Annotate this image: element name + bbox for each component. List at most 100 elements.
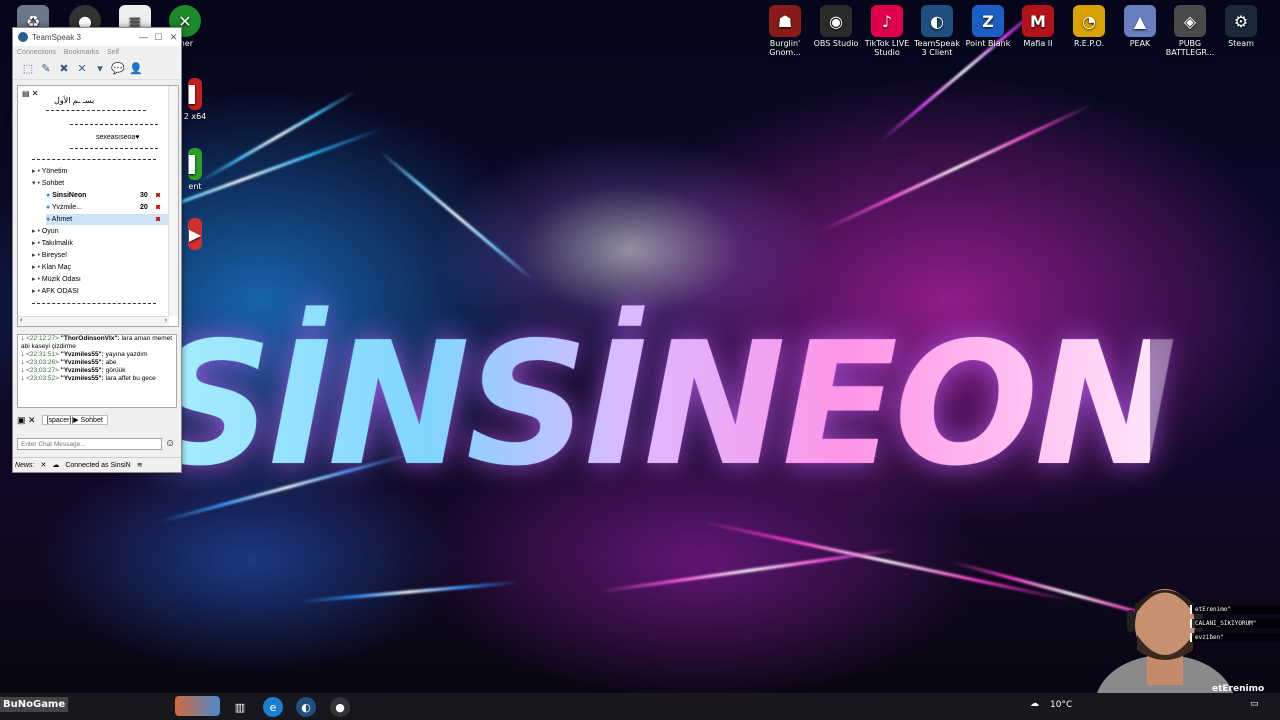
bookmark-icon[interactable]: ✎ xyxy=(39,62,53,76)
light-streak xyxy=(699,520,1073,602)
chat-time: <23:03:52> xyxy=(26,375,59,382)
peak-icon: ▲ xyxy=(1124,5,1156,37)
teamspeak-icon: ◐ xyxy=(921,5,953,37)
channel-icon: ▾ • xyxy=(32,180,42,187)
desktop-icon-label: TeamSpeak 3 Client xyxy=(914,39,960,57)
channel-row[interactable]: ▸ • Bireysel xyxy=(32,250,67,261)
ts-statusbar: News: ✕ ☁ Connected as SinsiN ≋ xyxy=(13,457,181,472)
channel-row[interactable]: ▸ • Takılmalık xyxy=(32,238,73,249)
user-row[interactable]: ● Ahmet ◙ xyxy=(46,214,171,225)
menu-self[interactable]: Self xyxy=(107,49,119,56)
chat-input[interactable] xyxy=(17,438,162,450)
light-streak xyxy=(379,150,535,282)
channel-row[interactable]: ▸ • Klan Maç xyxy=(32,262,71,273)
contacts-icon[interactable]: 👤 xyxy=(129,62,143,76)
gnome-icon: ☗ xyxy=(769,5,801,37)
desktop-icon-pointblank[interactable]: Z Point Blank xyxy=(963,5,1013,48)
mute-mic-icon[interactable]: ▾ xyxy=(93,62,107,76)
tree-hscrollbar[interactable]: ‹ › xyxy=(18,316,169,326)
desktop-icon-mafia[interactable]: M Mafia II xyxy=(1013,5,1063,48)
headset-icon: ◙ xyxy=(156,216,161,223)
cloud-icon: ☁ xyxy=(52,462,60,469)
teamspeak-window[interactable]: TeamSpeak 3 — ☐ ✕ Connections Bookmarks … xyxy=(12,27,182,473)
light-streak xyxy=(599,548,898,593)
teamspeak-icon xyxy=(18,32,28,42)
channel-chat-tab[interactable]: [spacer]|▶ Sohbet xyxy=(41,415,108,425)
light-streak xyxy=(299,580,520,603)
channel-row[interactable]: ▸ • Yönetim xyxy=(32,166,67,177)
desktop: SİNSİNEON ♻ ● ≡ ✕ mer ▌ 2 x64 ▌ ent ▶ ☗ Burg… xyxy=(0,0,1280,720)
desktop-icon-repo[interactable]: ◔ R.E.P.O. xyxy=(1064,5,1114,48)
menu-bookmarks[interactable]: Bookmarks xyxy=(64,49,99,56)
task-view-icon[interactable]: ▥ xyxy=(230,697,250,717)
weather-icon: ☁ xyxy=(1030,699,1039,709)
channel-tree[interactable]: ▤ ✕ بسـ ـم الأول sexeasıseoa♥ ▸ • Yöneti… xyxy=(17,85,179,327)
user-row[interactable]: ● Yvzmile... 20 ◙ xyxy=(46,202,171,213)
desktop-icon-obs[interactable]: ◉ OBS Studio xyxy=(811,5,861,48)
desktop-icon-pubg[interactable]: ◈ PUBG BATTLEGR... xyxy=(1165,5,1215,57)
minimize-icon[interactable]: — xyxy=(136,32,151,43)
desktop-icon-peak[interactable]: ▲ PEAK xyxy=(1115,5,1165,48)
desktop-icon-tiktok[interactable]: ♪ TikTok LIVE Studio xyxy=(862,5,912,57)
channel-row[interactable]: ▸ • Müzik Odası xyxy=(32,274,81,285)
desktop-icon-gnome[interactable]: ☗ Burglin' Gnom... xyxy=(760,5,810,57)
channel-name: Takılmalık xyxy=(41,240,73,247)
disconnect-icon[interactable]: ✖ xyxy=(57,62,71,76)
desktop-icon-steam[interactable]: ⚙ Steam xyxy=(1216,5,1266,48)
channel-row[interactable]: ▸ • AFK ODASI xyxy=(32,286,79,297)
channel-row[interactable]: ▾ • Sohbet xyxy=(32,178,64,189)
teamspeak-taskbar-icon[interactable]: ◐ xyxy=(296,697,316,717)
server-banner: بسـ ـم الأول xyxy=(54,96,95,105)
spacer-line xyxy=(32,303,156,304)
light-streak xyxy=(199,90,357,183)
chat-line: ↓ <22:12:27> "ThorOdinsonVIx": lara aman… xyxy=(21,335,173,350)
obs-icon: ◉ xyxy=(820,5,852,37)
close-icon[interactable]: ✕ xyxy=(166,32,181,43)
ts-titlebar[interactable]: TeamSpeak 3 — ☐ ✕ xyxy=(13,28,181,46)
stream-logo: BuNoGame xyxy=(0,697,69,712)
away-icon[interactable]: ✕ xyxy=(75,62,89,76)
server-chat-tab[interactable]: ▣ ✕ xyxy=(17,415,36,426)
chat-line: ↓ <23:03:26> "Yvzmiles55": abe xyxy=(21,359,117,366)
chat-user: "ThorOdinsonVIx": xyxy=(60,335,120,342)
chat-user: "Yvzmiles55": xyxy=(60,359,104,366)
desktop-icon-teamspeak[interactable]: ◐ TeamSpeak 3 Client xyxy=(912,5,962,57)
chat-time: <22:12:27> xyxy=(26,335,59,342)
user-name: SinsiNeon xyxy=(52,192,87,199)
notification-icon[interactable]: ▭ xyxy=(1250,699,1259,709)
channel-icon: ▸ • xyxy=(32,252,42,259)
mafia-icon: M xyxy=(1022,5,1054,37)
pubg-icon: ◈ xyxy=(1174,5,1206,37)
channel-row[interactable]: ▸ • Oyun xyxy=(32,226,59,237)
chat-log[interactable]: ↓ <22:12:27> "ThorOdinsonVIx": lara aman… xyxy=(17,334,177,408)
spacer-line xyxy=(32,159,156,160)
close-news-icon[interactable]: ✕ xyxy=(40,461,46,469)
label-partial-c: ent xyxy=(188,182,202,191)
channel-icon: ▸ • xyxy=(32,168,42,175)
connect-icon[interactable]: ⬚ xyxy=(21,62,35,76)
chat-text: lara affet bu gece xyxy=(105,375,156,382)
channel-name: Oyun xyxy=(41,228,59,235)
stream-chat-message: evziben" xyxy=(1190,633,1280,642)
search-widget[interactable] xyxy=(175,696,220,716)
desktop-icon-label: TikTok LIVE Studio xyxy=(864,39,910,57)
chat-text: abe xyxy=(105,359,117,366)
channel-icon: ▸ • xyxy=(32,228,42,235)
emoji-icon[interactable]: ☺ xyxy=(165,438,175,449)
desktop-icon-label: Mafia II xyxy=(1023,39,1053,48)
headset-icon: ◙ xyxy=(156,204,161,211)
maximize-icon[interactable]: ☐ xyxy=(151,32,166,43)
streamer-name: etErenimo xyxy=(1212,684,1265,694)
taskbar: BuNoGame ▥ e ◐ ● ☁ 10°C etErenimo ▭ xyxy=(0,684,1280,720)
edge-icon[interactable]: e xyxy=(263,697,283,717)
obs-taskbar-icon[interactable]: ● xyxy=(330,697,350,717)
chat-bubble-icon[interactable]: 💬 xyxy=(111,62,125,76)
spacer-line xyxy=(70,124,158,125)
menu-connections[interactable]: Connections xyxy=(17,49,56,56)
chat-time: <23:03:26> xyxy=(26,359,59,366)
user-row[interactable]: ● SinsiNeon 30 ◙ xyxy=(46,190,171,201)
wallpaper-logo: SİNSİNEON xyxy=(150,306,1177,504)
chat-time: <22:31:51> xyxy=(26,351,59,358)
tree-scrollbar[interactable] xyxy=(168,86,178,316)
chat-tabs: ▣ ✕ [spacer]|▶ Sohbet xyxy=(17,412,177,428)
